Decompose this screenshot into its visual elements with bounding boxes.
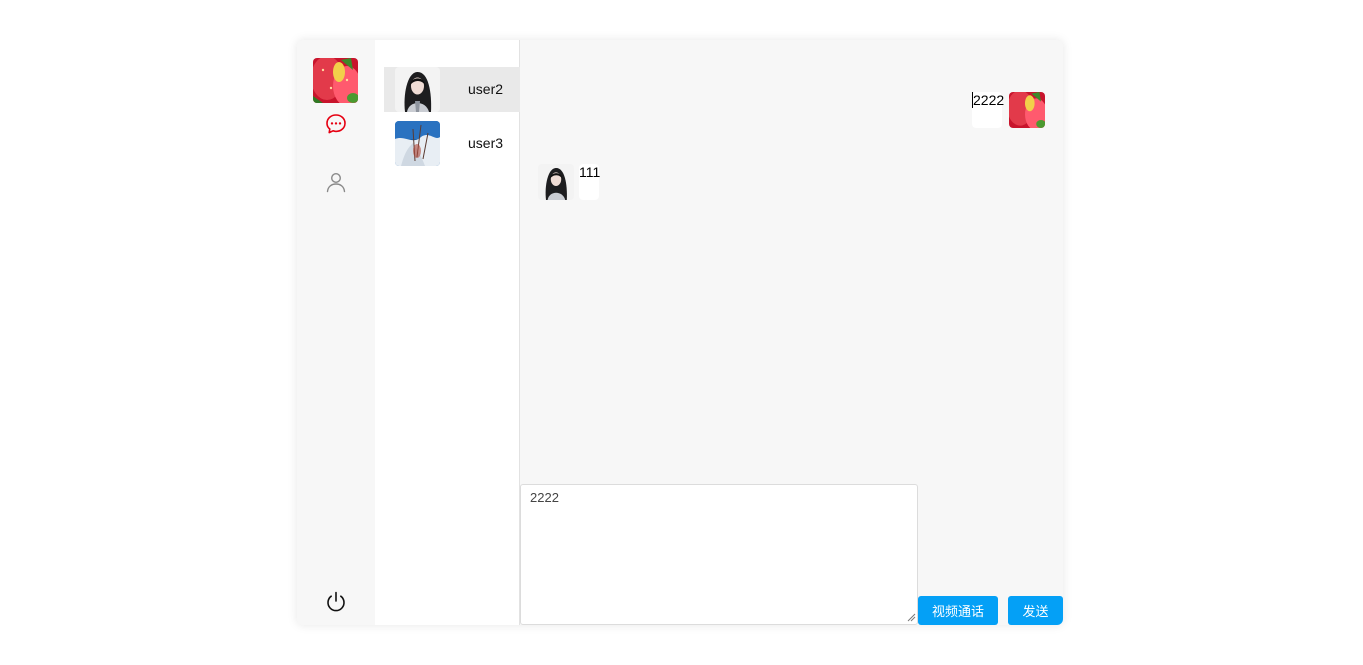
dark-hair-girl-avatar — [395, 67, 440, 112]
message-bubble-outgoing: 2222 — [972, 92, 1005, 128]
chat-bubble-icon — [325, 113, 347, 135]
contact-name: user3 — [468, 135, 504, 151]
contact-message-avatar — [538, 164, 574, 200]
user-icon — [325, 171, 347, 193]
chat-app-window: user2 user3 2222 111 2222 视频通话 发送 — [297, 40, 1063, 625]
message-input[interactable]: 2222 — [520, 484, 918, 625]
resize-grip-icon[interactable] — [906, 612, 916, 622]
logout-button[interactable] — [324, 590, 348, 614]
message-bubble-incoming: 111 — [579, 164, 601, 200]
message-text: 111 — [579, 164, 601, 180]
contact-item-user3[interactable]: user3 — [384, 121, 520, 166]
nav-contacts-button[interactable] — [324, 170, 348, 194]
self-message-avatar — [1009, 92, 1045, 128]
message-text: 2222 — [972, 92, 1005, 108]
nav-rail — [297, 40, 375, 625]
blue-snow-avatar — [395, 121, 440, 166]
contact-list: user2 user3 — [375, 40, 520, 625]
chat-panel: 2222 111 2222 视频通话 发送 — [520, 40, 1063, 625]
video-call-button[interactable]: 视频通话 — [918, 596, 998, 625]
self-avatar[interactable] — [313, 58, 358, 103]
send-button[interactable]: 发送 — [1008, 596, 1063, 625]
contact-item-user2[interactable]: user2 — [384, 67, 520, 112]
power-icon — [325, 591, 347, 613]
contact-name: user2 — [468, 81, 504, 97]
nav-chat-button[interactable] — [324, 112, 348, 136]
